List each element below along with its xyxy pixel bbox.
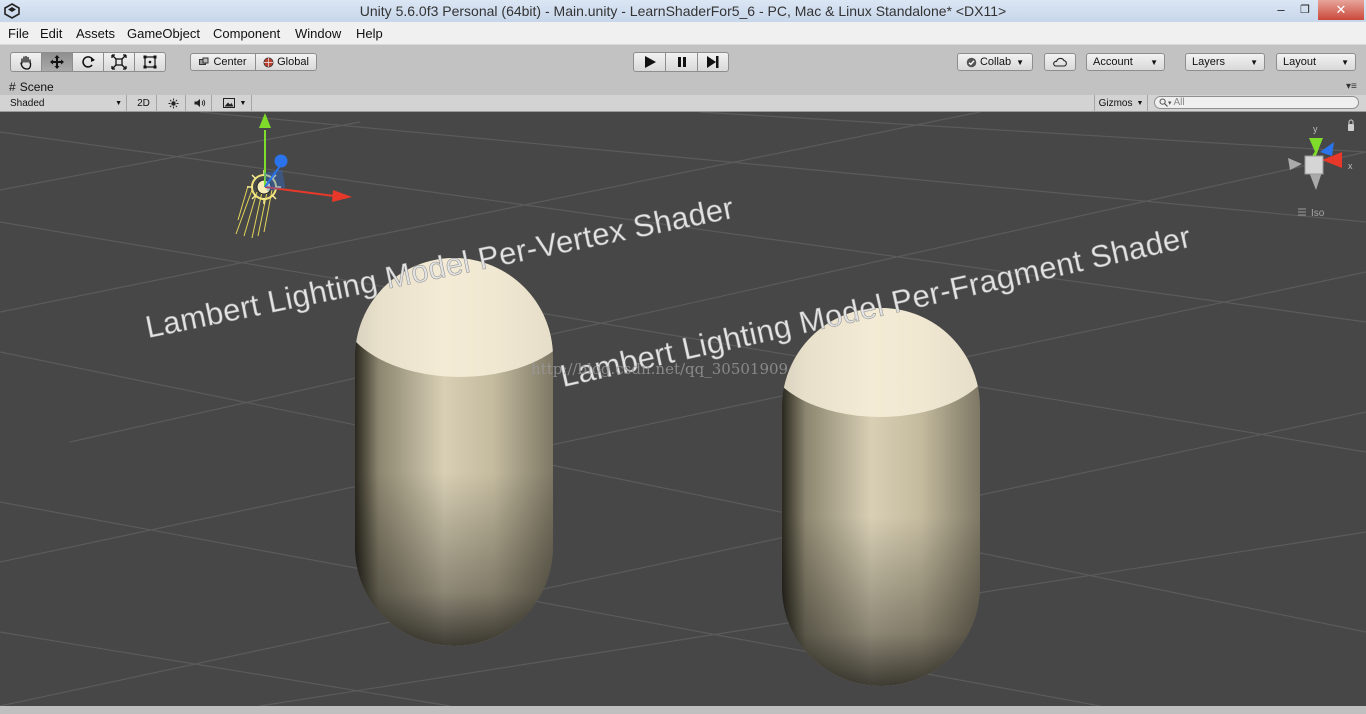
scene-viewport[interactable]: Lambert Lighting Model Per-Vertex Shader…: [0, 112, 1366, 706]
menu-bar: File Edit Assets GameObject Component Wi…: [0, 22, 1366, 45]
panel-menu-icon[interactable]: ▾≡: [1346, 81, 1362, 93]
watermark-text: http://blog.csdn.net/qq_30501909: [531, 360, 788, 378]
center-label: Center: [213, 56, 247, 68]
chevron-down-icon: ▼: [1250, 57, 1258, 67]
capsule-fragment-lit[interactable]: [765, 287, 995, 692]
layers-dropdown[interactable]: Layers ▼: [1185, 53, 1265, 71]
account-label: Account: [1093, 56, 1133, 68]
menu-window[interactable]: Window: [295, 26, 341, 41]
menu-lines-icon: [1298, 208, 1306, 216]
check-circle-icon: [966, 57, 977, 67]
rect-transform-icon: [143, 55, 157, 69]
maximize-button[interactable]: ❐: [1294, 0, 1316, 20]
scene-tab-label: Scene: [19, 80, 54, 94]
title-bar: Unity 5.6.0f3 Personal (64bit) - Main.un…: [0, 0, 1366, 23]
pause-icon: [677, 57, 686, 67]
tab-scene[interactable]: # Scene: [4, 79, 64, 95]
move-tool-button[interactable]: [41, 52, 73, 72]
search-icon: [1159, 98, 1168, 107]
play-button[interactable]: [633, 52, 666, 72]
axis-y-label: y: [1313, 124, 1318, 134]
rect-tool-button[interactable]: [134, 52, 166, 72]
global-label: Global: [277, 56, 309, 68]
lock-icon[interactable]: [1348, 124, 1354, 131]
collab-dropdown[interactable]: Collab ▼: [957, 53, 1033, 71]
scale-tool-button[interactable]: [103, 52, 135, 72]
chevron-down-icon: ▼: [1016, 57, 1025, 67]
pause-button[interactable]: [665, 52, 698, 72]
close-button[interactable]: ✕: [1318, 0, 1364, 20]
scene-canvas[interactable]: Lambert Lighting Model Per-Vertex Shader…: [0, 112, 1366, 706]
minimize-button[interactable]: –: [1268, 0, 1294, 20]
grid-hash-icon: #: [9, 80, 16, 94]
pivot-center-icon: [199, 57, 209, 65]
sun-icon: [168, 98, 179, 108]
capsule-vertex-lit[interactable]: [340, 237, 580, 652]
pivot-global-toggle[interactable]: Global: [255, 53, 317, 71]
window-title: Unity 5.6.0f3 Personal (64bit) - Main.un…: [359, 3, 1007, 19]
account-dropdown[interactable]: Account ▼: [1086, 53, 1165, 71]
chevron-down-icon: ▼: [115, 99, 122, 107]
chevron-down-icon: ▼: [239, 99, 247, 107]
hand-icon: [20, 55, 32, 70]
scene-search-input[interactable]: ▾ All: [1154, 96, 1359, 109]
audio-toggle[interactable]: [188, 95, 212, 111]
scene-tab-bar: # Scene ▾≡: [0, 78, 1366, 95]
draw-mode-label: Shaded: [10, 97, 45, 109]
globe-icon: [263, 57, 274, 67]
speaker-icon: [194, 99, 205, 107]
chevron-down-icon: ▾: [1168, 99, 1172, 107]
hand-tool-button[interactable]: [10, 52, 42, 72]
menu-component[interactable]: Component: [213, 26, 280, 41]
iso-label[interactable]: Iso: [1311, 208, 1325, 219]
layout-dropdown[interactable]: Layout ▼: [1276, 53, 1356, 71]
menu-gameobject[interactable]: GameObject: [127, 26, 200, 41]
gizmos-label: Gizmos: [1098, 97, 1133, 109]
z-axis-handle[interactable]: [274, 154, 288, 168]
menu-file[interactable]: File: [8, 26, 29, 41]
cloud-button[interactable]: [1044, 53, 1076, 71]
transform-tools: [10, 52, 166, 72]
orientation-gizmo[interactable]: y x Iso: [1288, 119, 1354, 219]
axis-x-label: x: [1348, 161, 1353, 171]
search-placeholder: All: [1173, 97, 1185, 108]
draw-mode-dropdown[interactable]: Shaded ▼: [4, 95, 127, 111]
scale-icon: [111, 54, 127, 70]
chevron-down-icon: ▼: [1150, 57, 1158, 67]
play-icon: [644, 56, 656, 68]
image-icon: [222, 98, 235, 108]
rotate-icon: [82, 56, 95, 68]
menu-assets[interactable]: Assets: [76, 26, 115, 41]
pivot-center-toggle[interactable]: Center: [190, 53, 256, 71]
bottom-panel-edge: [0, 706, 1366, 714]
move-arrows-icon: [50, 55, 64, 69]
collab-label: Collab: [979, 56, 1012, 68]
rotate-tool-button[interactable]: [72, 52, 104, 72]
effects-dropdown[interactable]: ▼: [218, 95, 252, 111]
toggle-2d-button[interactable]: 2D: [131, 95, 157, 111]
cloud-icon: [1053, 57, 1067, 67]
chevron-down-icon: ▼: [1136, 99, 1144, 107]
chevron-down-icon: ▼: [1341, 57, 1349, 67]
layers-label: Layers: [1192, 56, 1226, 68]
gizmos-dropdown[interactable]: Gizmos ▼: [1094, 95, 1148, 111]
menu-edit[interactable]: Edit: [40, 26, 62, 41]
layout-label: Layout: [1283, 56, 1317, 68]
step-button[interactable]: [697, 52, 729, 72]
y-axis-arrow[interactable]: [259, 113, 271, 128]
step-icon: [707, 56, 719, 68]
x-axis-arrow[interactable]: [332, 190, 352, 202]
menu-help[interactable]: Help: [356, 26, 383, 41]
lighting-toggle[interactable]: [162, 95, 186, 111]
